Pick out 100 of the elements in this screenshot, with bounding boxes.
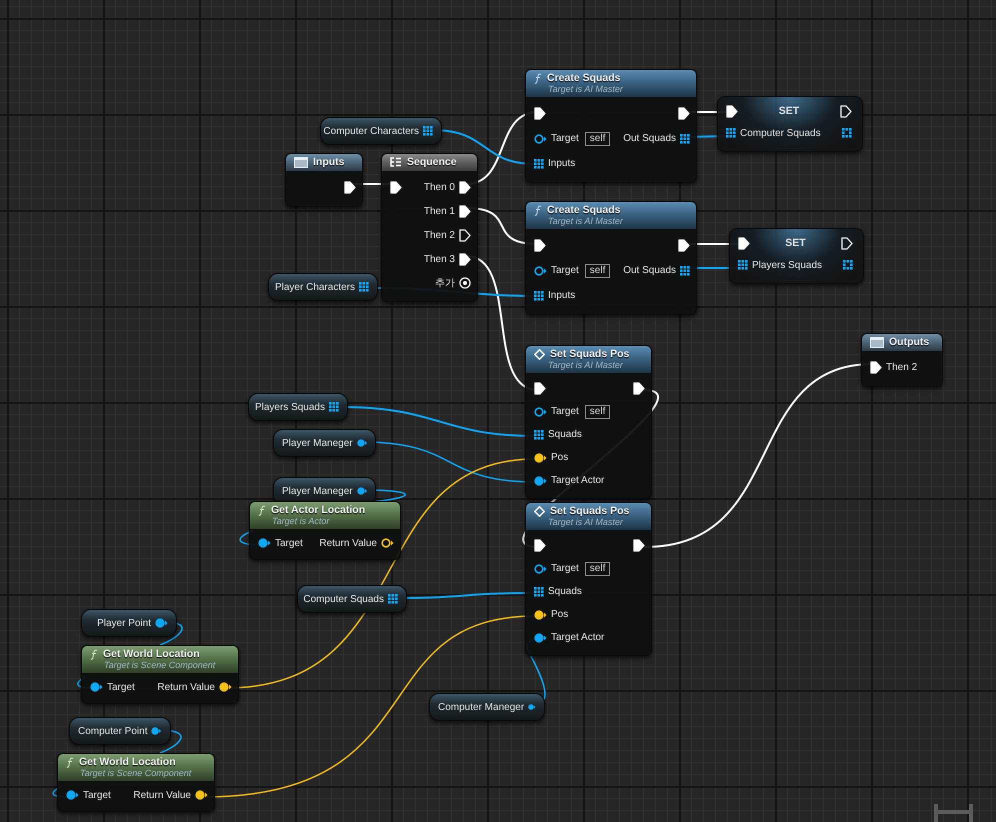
pin-label: Inputs: [548, 158, 576, 169]
default-value-field[interactable]: self: [584, 132, 610, 146]
variable-node[interactable]: Player Point: [81, 609, 177, 637]
pin-circle-icon[interactable]: [356, 438, 367, 448]
default-value-field[interactable]: self: [584, 264, 610, 278]
exec-pin-icon[interactable]: [633, 539, 645, 552]
tunnel-node[interactable]: Outputs Then 2: [861, 333, 943, 387]
exec-pin-icon[interactable]: [459, 252, 471, 266]
pin-circle-icon[interactable]: [258, 538, 271, 548]
exec-pin-icon[interactable]: [344, 181, 356, 194]
set-node[interactable]: SET Computer Squads: [717, 96, 863, 152]
pin-circle-icon[interactable]: [534, 632, 547, 642]
function-node[interactable]: Set Squads Pos Target is AI Master Target self Squads Pos Target Actor: [525, 502, 652, 656]
grid-pin-icon[interactable]: [680, 134, 690, 144]
function-node[interactable]: Get World Location Target is Scene Component Target Return Value: [57, 753, 215, 812]
exec-pin-icon[interactable]: [534, 107, 546, 120]
sequence-node[interactable]: Sequence Then 0 Then 1 Then 2 Then 3 추가: [381, 153, 478, 302]
pin-circle-icon[interactable]: [195, 790, 208, 800]
pin-circle-icon[interactable]: [534, 476, 547, 486]
variable-name: Computer Squads: [303, 594, 384, 604]
variable-name: Players Squads: [254, 402, 325, 412]
grid-pin-icon[interactable]: [534, 430, 544, 440]
exec-pin-icon[interactable]: [534, 239, 546, 252]
exec-pin-icon[interactable]: [459, 204, 471, 218]
graph-canvas[interactable]: [0, 0, 996, 822]
pin-label: Out Squads: [623, 265, 676, 276]
function-node[interactable]: Create Squads Target is AI Master Target self Out Squads Inputs: [525, 69, 697, 183]
pin-circle-icon[interactable]: [534, 266, 547, 276]
pin-label: Target: [551, 133, 579, 144]
pin-circle-icon[interactable]: [356, 486, 367, 496]
node-title: SET: [785, 237, 806, 249]
exec-pin-icon[interactable]: [534, 539, 546, 552]
grid-pin-icon[interactable]: [738, 260, 748, 270]
exec-pin-icon[interactable]: [678, 107, 690, 120]
grid-pin-icon[interactable]: [726, 128, 736, 138]
default-value-field[interactable]: self: [584, 404, 610, 418]
pin-circle-icon[interactable]: [534, 406, 547, 416]
exec-pin-icon[interactable]: [633, 382, 645, 395]
pin-circle-icon[interactable]: [528, 702, 536, 712]
exec-pin-icon[interactable]: [738, 236, 750, 250]
pin-circle-icon[interactable]: [534, 452, 547, 462]
exec-pin-icon[interactable]: [678, 239, 690, 252]
pin-circle-icon[interactable]: [155, 618, 168, 628]
add-pin-icon[interactable]: [459, 277, 471, 289]
exec-pin-icon[interactable]: [390, 180, 402, 194]
exec-pin-icon[interactable]: [726, 104, 738, 118]
function-node[interactable]: Get World Location Target is Scene Component Target Return Value: [81, 645, 239, 704]
grid-square-icon[interactable]: [843, 260, 853, 270]
pin-circle-icon[interactable]: [534, 134, 547, 144]
pin-circle-icon[interactable]: [90, 682, 103, 692]
pin-label: Target: [107, 682, 135, 692]
exec-pin-icon[interactable]: [840, 236, 853, 250]
set-node[interactable]: SET Players Squads: [729, 228, 864, 284]
exec-pin-icon[interactable]: [459, 228, 471, 242]
pin-label: Target: [551, 406, 579, 417]
grid-pin-icon[interactable]: [388, 594, 398, 604]
window-icon: [294, 156, 308, 168]
variable-name: Player Maneger: [282, 486, 353, 496]
pin-label: Return Value: [157, 682, 215, 692]
pin-circle-icon[interactable]: [219, 682, 232, 692]
grid-pin-icon[interactable]: [534, 586, 544, 596]
pin-circle-icon[interactable]: [151, 726, 162, 736]
pin-circle-icon[interactable]: [534, 610, 547, 620]
exec-pin-icon[interactable]: [840, 104, 852, 118]
variable-node[interactable]: Computer Squads: [297, 585, 407, 613]
pin-label: Return Value: [133, 790, 191, 800]
function-node[interactable]: Set Squads Pos Target is AI Master Target self Squads Pos Target Actor: [525, 345, 652, 499]
grid-pin-icon[interactable]: [534, 158, 544, 168]
node-subtitle: Target is AI Master: [547, 360, 624, 370]
exec-pin-icon[interactable]: [534, 382, 546, 395]
exec-pin-icon[interactable]: [459, 180, 471, 194]
node-title: SET: [778, 105, 800, 117]
exec-pin-icon[interactable]: [870, 361, 882, 374]
variable-name: Player Maneger: [282, 438, 353, 448]
grid-pin-icon[interactable]: [423, 126, 433, 136]
pin-circle-icon[interactable]: [534, 564, 547, 574]
node-subtitle: Target is AI Master: [547, 517, 624, 527]
pin-circle-icon[interactable]: [381, 538, 394, 548]
grid-pin-icon[interactable]: [534, 290, 544, 300]
variable-node[interactable]: Computer Characters: [320, 117, 442, 145]
grid-square-icon[interactable]: [842, 128, 852, 138]
function-icon: [90, 648, 98, 660]
pin-label: Target Actor: [551, 475, 604, 486]
grid-pin-icon[interactable]: [359, 282, 369, 292]
variable-node[interactable]: Player Maneger: [273, 429, 376, 457]
variable-node[interactable]: Player Characters: [268, 273, 378, 301]
function-node[interactable]: Create Squads Target is AI Master Target self Out Squads Inputs: [525, 201, 697, 315]
node-title: Get World Location: [103, 648, 200, 660]
variable-node[interactable]: Computer Maneger: [429, 693, 545, 721]
function-node[interactable]: Get Actor Location Target is Actor Target Return Value: [249, 501, 401, 560]
variable-node[interactable]: Computer Point: [69, 717, 171, 745]
grid-pin-icon[interactable]: [680, 266, 690, 276]
default-value-field[interactable]: self: [584, 562, 610, 576]
variable-node[interactable]: Players Squads: [248, 393, 348, 421]
tunnel-node[interactable]: Inputs: [285, 153, 363, 207]
grid-pin-icon[interactable]: [329, 402, 339, 412]
node-title: Get World Location: [79, 756, 176, 768]
pin-label: Target: [83, 790, 111, 800]
pin-circle-icon[interactable]: [66, 790, 79, 800]
diamond-icon: [534, 506, 545, 516]
